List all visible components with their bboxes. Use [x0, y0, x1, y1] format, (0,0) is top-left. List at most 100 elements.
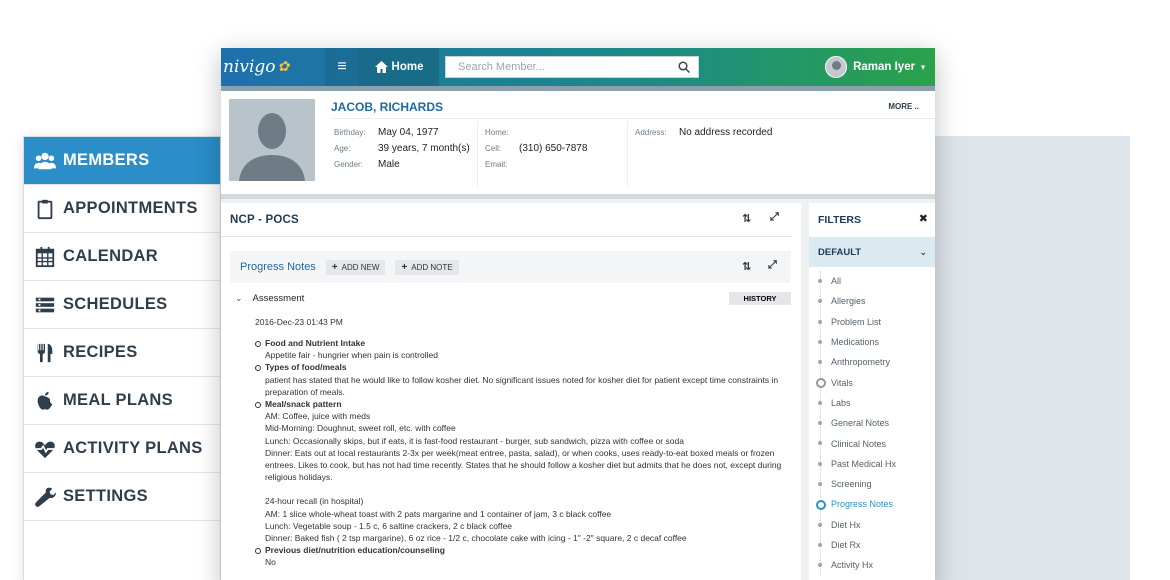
search-placeholder: Search Member...: [458, 61, 545, 73]
user-menu[interactable]: Raman Iyer ▼: [825, 56, 927, 78]
filter-item-medications[interactable]: Medications: [809, 332, 935, 352]
note-body: Food and Nutrient Intake Appetite fair -…: [255, 337, 785, 569]
chevron-down-icon: ⌄: [235, 293, 243, 303]
main-menu: MEMBERS APPOINTMENTS CALENDAR SCHEDULES …: [23, 136, 221, 580]
note-text: No: [265, 557, 276, 568]
note-heading: Types of food/meals: [255, 361, 785, 373]
filter-group-label: DEFAULT: [818, 246, 862, 258]
age-value: 39 years, 7 month(s): [378, 143, 470, 154]
sort-icon[interactable]: ⇅: [742, 212, 751, 225]
filter-list: All Allergies Problem List Medications A…: [809, 271, 935, 576]
divider: [627, 121, 628, 186]
filter-item-allergies[interactable]: Allergies: [809, 291, 935, 311]
menu-item-schedules[interactable]: SCHEDULES: [24, 281, 220, 329]
filter-item-all[interactable]: All: [809, 271, 935, 291]
email-label: Email:: [485, 160, 508, 169]
add-new-label: ADD NEW: [341, 262, 380, 272]
menu-item-meal-plans[interactable]: MEAL PLANS: [24, 377, 220, 425]
filter-item-clinical-notes[interactable]: Clinical Notes: [809, 433, 935, 453]
menu-item-calendar[interactable]: CALENDAR: [24, 233, 220, 281]
progress-notes-bar: Progress Notes + ADD NEW + ADD NOTE: [230, 251, 791, 283]
filter-item-past-medical-hx[interactable]: Past Medical Hx: [809, 454, 935, 474]
menu-item-label: CALENDAR: [63, 247, 158, 265]
user-name: Raman Iyer: [853, 61, 916, 73]
logo-text: nivigo: [223, 57, 276, 77]
gender-value: Male: [378, 159, 400, 170]
sort-icon[interactable]: ⇅: [742, 260, 751, 273]
heartbeat-icon: [33, 438, 57, 460]
filter-item-screening[interactable]: Screening: [809, 474, 935, 494]
note-text: Dinner: Eats out at local restaurants 2-…: [265, 447, 782, 483]
assessment-toggle[interactable]: ⌄ Assessment: [235, 293, 304, 304]
birthday-label: Birthday:: [334, 128, 366, 137]
more-link[interactable]: MORE ..: [888, 102, 919, 111]
birthday-value: May 04, 1977: [378, 127, 439, 138]
patient-name[interactable]: JACOB, RICHARDS: [331, 100, 443, 114]
expand-icon[interactable]: ⤢: [770, 211, 779, 224]
menu-item-settings[interactable]: SETTINGS: [24, 473, 220, 521]
menu-item-label: ACTIVITY PLANS: [63, 439, 203, 457]
apple-icon: [33, 390, 57, 412]
chevron-down-icon: ▼: [919, 62, 927, 72]
filter-item-diet-rx[interactable]: Diet Rx: [809, 535, 935, 555]
list-icon: [33, 294, 57, 316]
note-text: Mid-Morning: Doughnut, sweet roll, etc. …: [265, 423, 456, 434]
divider: [477, 121, 478, 186]
filter-item-progress-notes[interactable]: Progress Notes: [809, 494, 935, 514]
filter-item-anthropometry[interactable]: Anthropometry: [809, 352, 935, 372]
panel-title: NCP - POCS: [230, 213, 299, 226]
patient-photo: [229, 99, 315, 181]
history-button[interactable]: HISTORY: [729, 292, 791, 305]
note-heading: Previous diet/nutrition education/counse…: [255, 544, 785, 556]
expand-icon[interactable]: ⤢: [768, 259, 777, 272]
note-text: 24-hour recall (in hospital): [265, 496, 364, 507]
filters-panel: FILTERS ✖ DEFAULT ⌄ All Allergies Proble…: [809, 203, 935, 580]
add-note-label: ADD NOTE: [411, 262, 453, 272]
patient-address: Address: No address recorded: [635, 125, 772, 141]
filter-item-general-notes[interactable]: General Notes: [809, 413, 935, 433]
add-note-button[interactable]: + ADD NOTE: [395, 259, 459, 275]
search-icon[interactable]: [678, 61, 690, 73]
close-icon[interactable]: ✖: [919, 212, 928, 225]
menu-item-label: SCHEDULES: [63, 295, 168, 313]
avatar: [825, 56, 848, 78]
filter-item-labs[interactable]: Labs: [809, 393, 935, 413]
gender-label: Gender:: [334, 160, 363, 169]
menu-item-members[interactable]: MEMBERS: [24, 137, 220, 185]
note-text: Lunch: Vegetable soup - 1.5 c, 6 saltine…: [265, 520, 512, 531]
menu-item-appointments[interactable]: APPOINTMENTS: [24, 185, 220, 233]
note-heading: Food and Nutrient Intake: [255, 337, 785, 349]
plus-icon: +: [401, 261, 408, 273]
menu-item-label: RECIPES: [63, 343, 138, 361]
utensils-icon: [33, 342, 57, 364]
patient-demographics: Birthday: May 04, 1977 Age: 39 years, 7 mo…: [334, 125, 470, 173]
filter-item-problem-list[interactable]: Problem List: [809, 312, 935, 332]
logo[interactable]: nivigo ✿: [221, 48, 325, 86]
hamburger-menu-icon[interactable]: ≡: [325, 48, 359, 86]
progress-notes-title[interactable]: Progress Notes: [240, 261, 316, 273]
app-window: nivigo ✿ ≡ Home Search Member... Raman Iy…: [221, 48, 935, 580]
users-icon: [33, 150, 57, 172]
wrench-icon: [33, 486, 57, 508]
search-input[interactable]: Search Member...: [445, 56, 699, 78]
panel-header: NCP - POCS: [221, 203, 792, 237]
patient-header: JACOB, RICHARDS MORE .. Birthday: May 04,…: [221, 91, 935, 199]
section-label: Assessment: [252, 293, 305, 304]
filter-item-vitals[interactable]: Vitals: [809, 372, 935, 392]
filters-title: FILTERS: [818, 214, 861, 226]
chevron-down-icon: ⌄: [919, 246, 927, 257]
calendar-icon: [33, 246, 57, 268]
menu-item-activity-plans[interactable]: ACTIVITY PLANS: [24, 425, 220, 473]
filter-item-activity-hx[interactable]: Activity Hx: [809, 555, 935, 575]
note-text: AM: Coffee, juice with meds: [265, 411, 371, 422]
add-new-button[interactable]: + ADD NEW: [325, 259, 386, 275]
filter-item-diet-hx[interactable]: Diet Hx: [809, 515, 935, 535]
filter-group-default[interactable]: DEFAULT ⌄: [809, 237, 935, 267]
menu-item-recipes[interactable]: RECIPES: [24, 329, 220, 377]
home-button[interactable]: Home: [359, 48, 439, 86]
top-navbar: nivigo ✿ ≡ Home Search Member... Raman Iy…: [221, 48, 935, 86]
note-text: Lunch: Occasionally skips, but if eats, …: [265, 435, 684, 446]
background-panel: [930, 136, 1130, 580]
clipboard-icon: [33, 198, 57, 220]
note-text: patient has stated that he would like to…: [265, 374, 779, 397]
